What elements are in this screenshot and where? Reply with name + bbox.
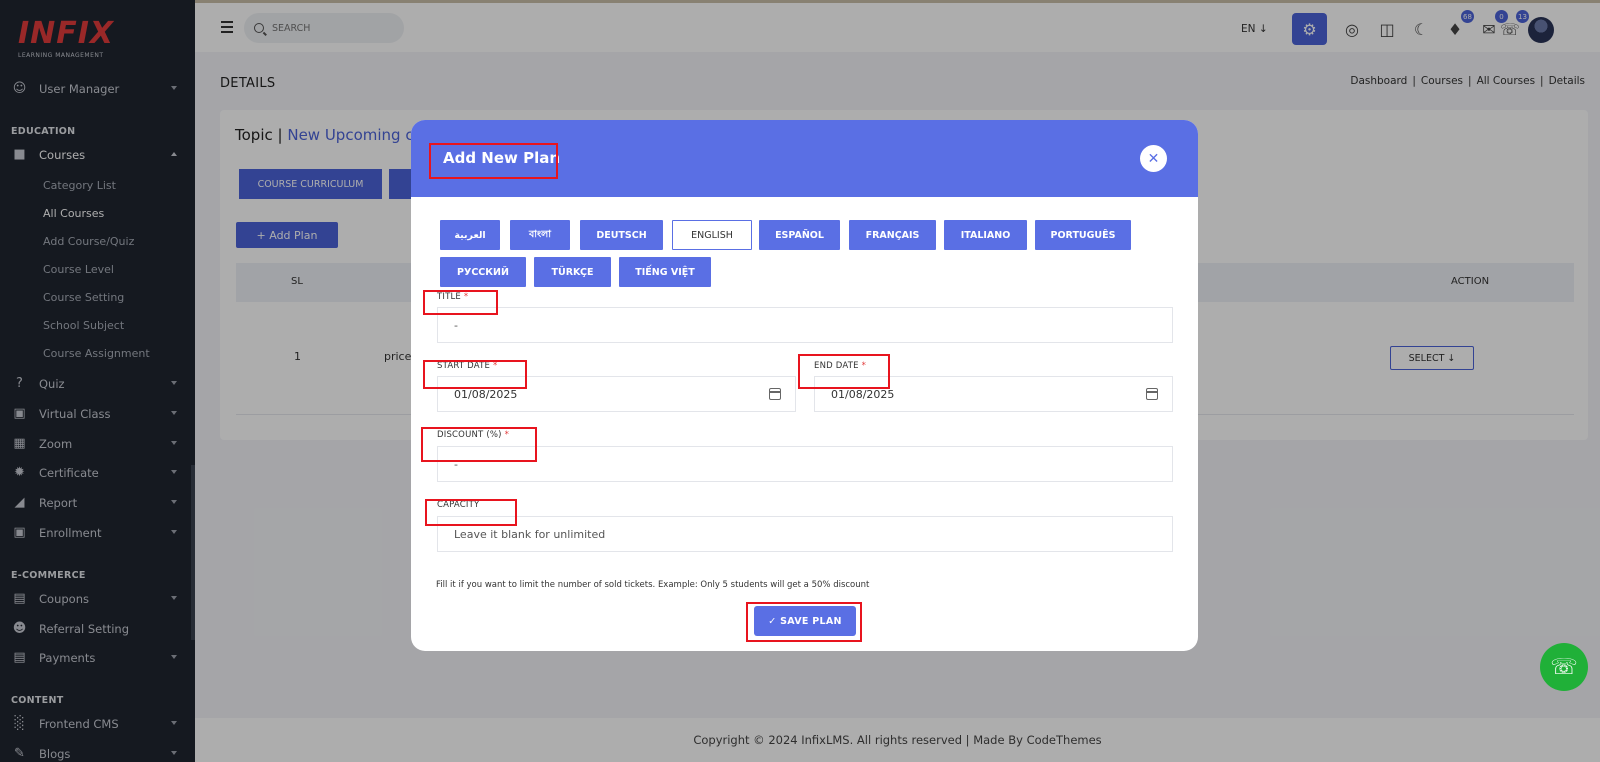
start-date-value: 01/08/2025 bbox=[454, 387, 518, 401]
highlight-box bbox=[798, 354, 890, 389]
lang-tab-espanol[interactable]: ESPAÑOL bbox=[759, 220, 840, 250]
lang-tab-english[interactable]: ENGLISH bbox=[672, 220, 752, 250]
highlight-box bbox=[429, 143, 558, 179]
lang-tab-russian[interactable]: РУССКИЙ bbox=[440, 257, 526, 287]
whatsapp-chat-icon[interactable]: ☏ bbox=[1540, 643, 1588, 691]
lang-tab-turkce[interactable]: TÜRKÇE bbox=[534, 257, 611, 287]
calendar-icon[interactable] bbox=[1146, 388, 1158, 400]
calendar-icon[interactable] bbox=[769, 388, 781, 400]
highlight-box bbox=[425, 499, 517, 526]
lang-tab-tieng-viet[interactable]: TIẾNG VIỆT bbox=[619, 257, 711, 287]
highlight-box bbox=[746, 602, 862, 642]
lang-tab-bangla[interactable]: বাংলা bbox=[510, 220, 570, 250]
end-date-value: 01/08/2025 bbox=[831, 387, 895, 401]
highlight-box bbox=[423, 290, 498, 315]
lang-tab-deutsch[interactable]: DEUTSCH bbox=[580, 220, 663, 250]
highlight-box bbox=[423, 360, 527, 389]
close-icon[interactable]: ✕ bbox=[1140, 145, 1167, 172]
capacity-hint: Fill it if you want to limit the number … bbox=[436, 580, 870, 590]
lang-tab-arabic[interactable]: العربية bbox=[440, 220, 500, 250]
lang-tab-francais[interactable]: FRANÇAIS bbox=[849, 220, 936, 250]
capacity-input[interactable]: Leave it blank for unlimited bbox=[437, 516, 1173, 552]
discount-input[interactable]: - bbox=[437, 446, 1173, 482]
lang-tab-portugues[interactable]: PORTUGUÊS bbox=[1035, 220, 1131, 250]
lang-tab-italiano[interactable]: ITALIANO bbox=[944, 220, 1027, 250]
title-input[interactable]: - bbox=[437, 307, 1173, 343]
highlight-box bbox=[421, 427, 537, 462]
